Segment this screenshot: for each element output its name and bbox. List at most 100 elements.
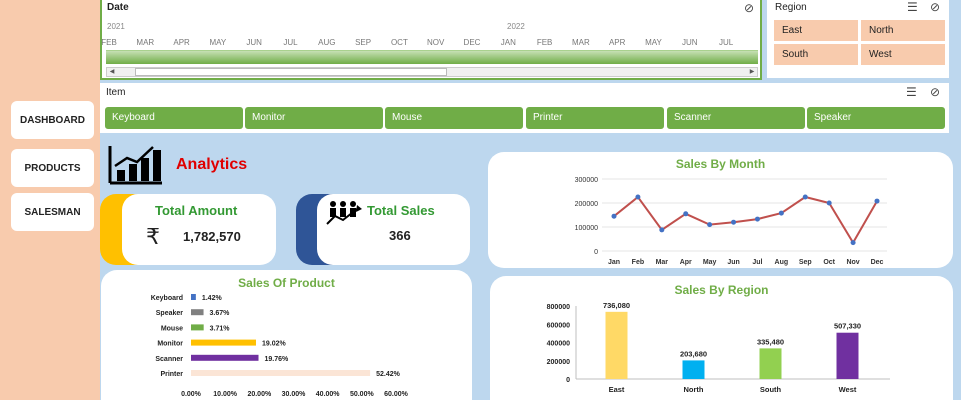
month-label[interactable]: MAR bbox=[127, 38, 163, 47]
month-label[interactable]: FEB bbox=[527, 38, 563, 47]
month-label[interactable]: SEP bbox=[345, 38, 381, 47]
sales-of-product-card: Sales Of Product Keyboard 1.42% Speaker 3.6… bbox=[101, 270, 472, 400]
data-label: 19.02% bbox=[262, 341, 287, 348]
month-label[interactable]: MAY bbox=[636, 38, 672, 47]
bar bbox=[191, 354, 259, 361]
item-scanner[interactable]: Scanner bbox=[667, 107, 805, 129]
data-point bbox=[802, 194, 808, 200]
date-timeline-slicer[interactable]: Date ⊘ 2021 2022 FEB MAR APR MAY JUN JUL AUG SE… bbox=[100, 0, 762, 80]
item-speaker[interactable]: Speaker bbox=[807, 107, 945, 129]
bar bbox=[191, 324, 204, 331]
total-sales-title: Total Sales bbox=[367, 203, 435, 218]
data-point bbox=[778, 210, 784, 216]
category-label: South bbox=[760, 385, 782, 394]
data-label: 203,680 bbox=[680, 349, 707, 358]
total-amount-card: Total Amount ₹ 1,782,570 bbox=[122, 194, 276, 265]
total-amount-value: 1,782,570 bbox=[183, 229, 241, 244]
scroll-left-icon[interactable]: ◀ bbox=[107, 68, 117, 76]
products-button[interactable]: PRODUCTS bbox=[11, 149, 94, 187]
bar bbox=[605, 311, 628, 379]
category-label: Printer bbox=[160, 371, 183, 378]
scroll-thumb[interactable] bbox=[135, 68, 447, 76]
category-label: East bbox=[609, 385, 625, 394]
x-tick-label: 30.00% bbox=[282, 391, 307, 398]
x-tick-label: 10.00% bbox=[213, 391, 238, 398]
y-tick-label: 0 bbox=[594, 249, 598, 256]
data-point bbox=[731, 219, 737, 225]
sales-by-month-chart: 0 100000 200000 300000 Jan Feb Mar Apr May Jun Jul… bbox=[575, 177, 887, 266]
clear-filter-icon[interactable]: ⊘ bbox=[930, 0, 940, 14]
data-point bbox=[874, 198, 880, 204]
month-label[interactable]: OCT bbox=[381, 38, 417, 47]
region-item-south[interactable]: South bbox=[774, 44, 858, 65]
y-tick-label: 200000 bbox=[575, 201, 598, 208]
data-label: 507,330 bbox=[834, 322, 861, 331]
month-label[interactable]: JAN bbox=[490, 38, 526, 47]
data-point bbox=[659, 227, 665, 233]
month-label[interactable]: MAY bbox=[200, 38, 236, 47]
y-tick-label: 200000 bbox=[547, 359, 570, 366]
timeline-bar[interactable] bbox=[106, 50, 758, 64]
category-label: Keyboard bbox=[151, 295, 183, 302]
data-label: 736,080 bbox=[603, 301, 630, 310]
x-tick-label: Apr bbox=[680, 259, 692, 266]
item-slicer: Item ☰ ⊘ Keyboard Monitor Mouse Printer … bbox=[100, 83, 949, 133]
y-tick-label: 800000 bbox=[547, 304, 570, 311]
total-sales-value: 366 bbox=[389, 228, 411, 243]
series-line bbox=[613, 195, 878, 245]
clear-filter-icon[interactable]: ⊘ bbox=[744, 1, 754, 15]
bar bbox=[836, 332, 859, 379]
month-label[interactable]: APR bbox=[599, 38, 635, 47]
x-tick-label: 20.00% bbox=[247, 391, 272, 398]
x-tick-label: Oct bbox=[823, 259, 835, 266]
total-sales-card: Total Sales 366 bbox=[317, 194, 470, 265]
category-label: North bbox=[684, 385, 704, 394]
region-item-east[interactable]: East bbox=[774, 20, 858, 41]
item-mouse[interactable]: Mouse bbox=[385, 107, 523, 129]
category-label: West bbox=[839, 385, 857, 394]
month-label[interactable]: AUG bbox=[309, 38, 345, 47]
salesman-button[interactable]: SALESMAN bbox=[11, 193, 94, 231]
timeline-scrollbar[interactable]: ◀ ▶ bbox=[106, 67, 758, 77]
data-point bbox=[850, 240, 856, 246]
date-slicer-title: Date bbox=[107, 2, 129, 13]
month-label[interactable]: MAR bbox=[563, 38, 599, 47]
item-printer[interactable]: Printer bbox=[526, 107, 664, 129]
category-label: Mouse bbox=[161, 325, 183, 332]
scroll-right-icon[interactable]: ▶ bbox=[747, 68, 757, 76]
y-tick-label: 100000 bbox=[575, 225, 598, 232]
x-tick-label: Jul bbox=[752, 259, 762, 266]
month-label[interactable]: APR bbox=[164, 38, 200, 47]
bar bbox=[191, 309, 204, 316]
y-tick-label: 300000 bbox=[575, 177, 598, 184]
month-label[interactable]: JUN bbox=[672, 38, 708, 47]
month-label[interactable]: JUN bbox=[236, 38, 272, 47]
month-label[interactable]: JUL bbox=[273, 38, 309, 47]
x-tick-label: May bbox=[703, 259, 717, 266]
month-label[interactable]: DEC bbox=[454, 38, 490, 47]
data-label: 1.42% bbox=[202, 295, 223, 302]
x-tick-label: 50.00% bbox=[350, 391, 375, 398]
region-item-west[interactable]: West bbox=[861, 44, 945, 65]
multi-select-icon[interactable]: ☰ bbox=[906, 85, 917, 99]
analytics-chart-icon bbox=[108, 146, 162, 185]
dashboard-button[interactable]: DASHBOARD bbox=[11, 101, 94, 139]
month-label[interactable]: NOV bbox=[418, 38, 454, 47]
month-label[interactable]: FEB bbox=[91, 38, 127, 47]
item-keyboard[interactable]: Keyboard bbox=[105, 107, 243, 129]
clear-filter-icon[interactable]: ⊘ bbox=[930, 85, 940, 99]
sales-by-month-card: Sales By Month 0 100000 200000 300000 Jan Feb… bbox=[488, 152, 953, 268]
month-label[interactable]: JUL bbox=[708, 38, 744, 47]
x-tick-label: Dec bbox=[871, 259, 884, 266]
x-tick-label: Aug bbox=[775, 259, 789, 266]
x-tick-label: 60.00% bbox=[384, 391, 409, 398]
multi-select-icon[interactable]: ☰ bbox=[907, 0, 918, 14]
y-tick-label: 400000 bbox=[547, 341, 570, 348]
region-item-north[interactable]: North bbox=[861, 20, 945, 41]
region-slicer-title: Region bbox=[775, 2, 807, 13]
data-point bbox=[754, 216, 760, 222]
x-tick-label: Nov bbox=[846, 259, 859, 266]
bar bbox=[191, 370, 371, 376]
item-monitor[interactable]: Monitor bbox=[245, 107, 383, 129]
x-tick-label: 0.00% bbox=[181, 391, 202, 398]
